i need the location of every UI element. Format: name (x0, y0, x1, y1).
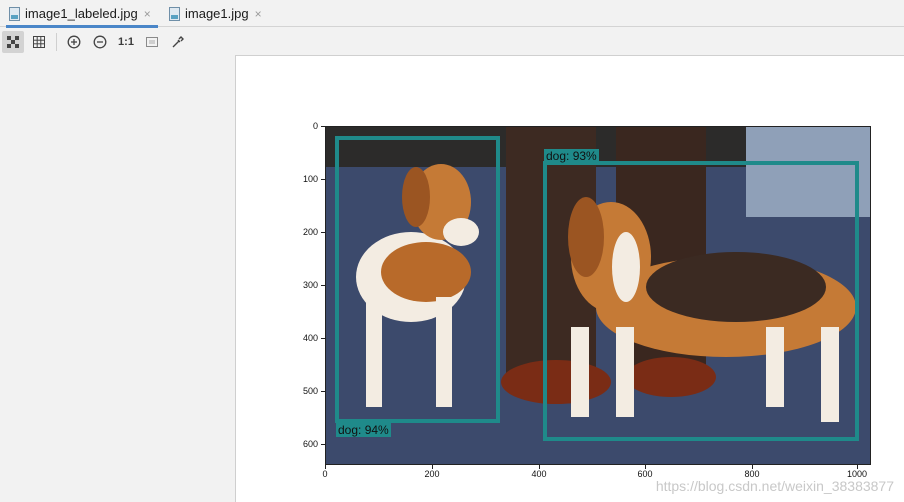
tab-image1-labeled[interactable]: image1_labeled.jpg × (6, 0, 158, 28)
image-file-icon (169, 6, 180, 21)
y-tick-label: 400 (302, 333, 318, 343)
checker-icon (7, 35, 19, 48)
zoom-in-button[interactable] (63, 31, 85, 53)
x-tick-mark (752, 465, 753, 469)
fit-to-window-button[interactable] (141, 31, 163, 53)
photo: dog: 94% dog: 93% (325, 126, 871, 465)
close-icon[interactable]: × (144, 7, 151, 21)
tab-bar: image1_labeled.jpg × image1.jpg × (0, 0, 904, 28)
checker-background-button[interactable] (2, 30, 24, 53)
x-tick-label: 200 (424, 469, 440, 479)
watermark: https://blog.csdn.net/weixin_38383877 (655, 478, 894, 494)
image-file-icon (9, 6, 20, 21)
close-icon[interactable]: × (255, 7, 262, 21)
zoom-in-icon (67, 35, 81, 48)
x-tick-mark (857, 465, 858, 469)
y-tick-label: 100 (302, 174, 318, 184)
zoom-out-button[interactable] (89, 31, 111, 53)
x-tick-mark (432, 465, 433, 469)
image-canvas: 0 100 200 300 400 500 600 0 200 400 600 … (236, 55, 904, 502)
y-tick-label: 0 (312, 121, 318, 131)
grid-button[interactable] (28, 31, 50, 53)
tab-label: image1.jpg (185, 6, 249, 21)
eyedropper-icon (172, 35, 184, 47)
image-toolbar: 1:1 (0, 28, 904, 55)
tab-image1[interactable]: image1.jpg × (166, 0, 276, 27)
side-panel (0, 55, 236, 502)
x-tick-mark (325, 465, 326, 469)
grid-icon (33, 35, 45, 48)
actual-size-button[interactable]: 1:1 (115, 31, 137, 53)
x-tick-label: 400 (531, 469, 547, 479)
dogs-photo (326, 127, 870, 464)
detection-label: dog: 93% (544, 149, 599, 163)
labeled-figure: 0 100 200 300 400 500 600 0 200 400 600 … (236, 56, 904, 502)
zoom-out-icon (93, 35, 107, 48)
x-tick-mark (539, 465, 540, 469)
x-tick-label: 0 (322, 469, 328, 479)
y-tick-label: 300 (302, 280, 318, 290)
y-tick-label: 200 (302, 227, 318, 237)
fit-icon (146, 36, 158, 47)
tab-label: image1_labeled.jpg (25, 6, 138, 21)
x-tick-mark (645, 465, 646, 469)
detection-label: dog: 94% (336, 423, 391, 437)
toolbar-separator (56, 32, 57, 51)
color-picker-button[interactable] (167, 31, 189, 53)
y-tick-label: 500 (302, 386, 318, 396)
y-tick-label: 600 (302, 439, 318, 449)
